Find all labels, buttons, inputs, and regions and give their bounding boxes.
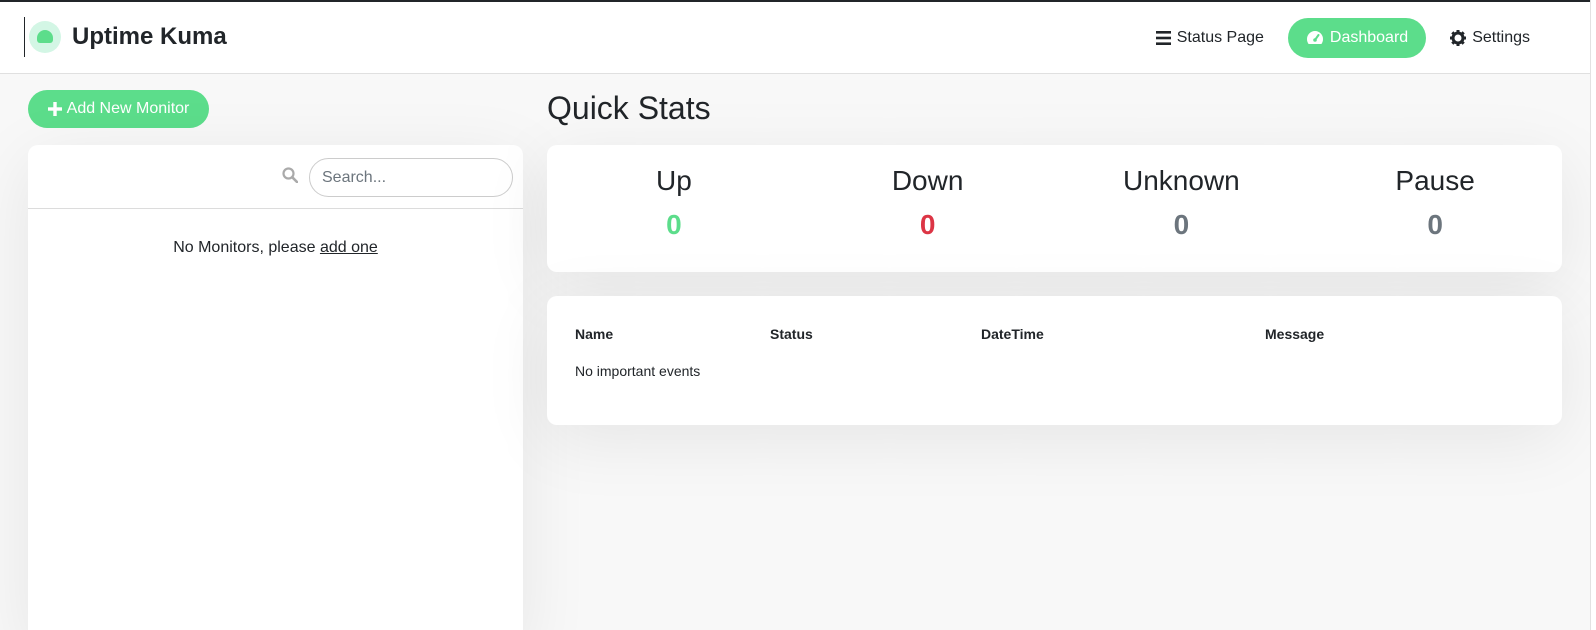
stat-pause-value: 0 [1427,209,1443,240]
column-header-status: Status [770,326,813,342]
stat-pause-label: Pause [1395,165,1475,196]
main-nav: Status Page Dashboard Settings [1136,18,1550,58]
column-header-message: Message [1265,326,1325,342]
plus-icon [47,102,62,116]
add-one-link[interactable]: add one [320,239,378,256]
stat-down-label: Down [891,165,964,196]
stat-unknown-value: 0 [1173,209,1190,240]
gear-icon [1450,30,1467,46]
tachometer-icon [1306,31,1323,44]
stat-pause: Pause 0 [1308,145,1562,272]
text-cursor [24,17,25,57]
nav-settings[interactable]: Settings [1430,18,1550,58]
stat-unknown-label: Unknown [1123,165,1240,196]
list-icon [1155,31,1171,45]
stat-up-value: 0 [666,209,682,240]
nav-status-page[interactable]: Status Page [1136,18,1284,58]
quick-stats-title: Quick Stats [547,90,711,126]
brand[interactable]: Uptime Kuma [24,17,227,57]
no-events-message: No important events [575,363,701,379]
search-icon [282,167,298,183]
column-header-datetime: DateTime [981,326,1044,342]
stat-up: Up 0 [547,145,801,272]
add-new-monitor-button[interactable]: Add New Monitor [28,90,209,128]
nav-dashboard[interactable]: Dashboard [1287,18,1427,58]
important-events-card: Name Status DateTime Message No importan… [547,296,1562,425]
quick-stats-card: Up 0 Down 0 Unknown 0 Pause 0 [547,145,1562,272]
no-monitors-message: No Monitors, please add one [28,239,523,257]
search-input[interactable] [309,158,513,197]
uptime-kuma-logo-icon [29,21,61,53]
stat-unknown: Unknown 0 [1055,145,1309,272]
nav-status-page-label: Status Page [1176,29,1264,46]
stat-up-label: Up [655,165,692,196]
top-navbar: Uptime Kuma Status Page Dashboard Settin… [0,2,1590,74]
stat-down-value: 0 [919,209,936,240]
no-monitors-text: No Monitors, please [173,239,320,256]
app-title: Uptime Kuma [72,23,227,50]
column-header-name: Name [575,326,614,342]
search-bar [28,145,523,209]
nav-settings-label: Settings [1472,29,1530,46]
add-new-monitor-label: Add New Monitor [66,100,190,117]
monitor-list-panel: No Monitors, please add one [28,145,523,630]
stat-down: Down 0 [801,145,1055,272]
nav-dashboard-label: Dashboard [1329,29,1409,46]
page-scrollbar[interactable] [1590,0,1596,630]
